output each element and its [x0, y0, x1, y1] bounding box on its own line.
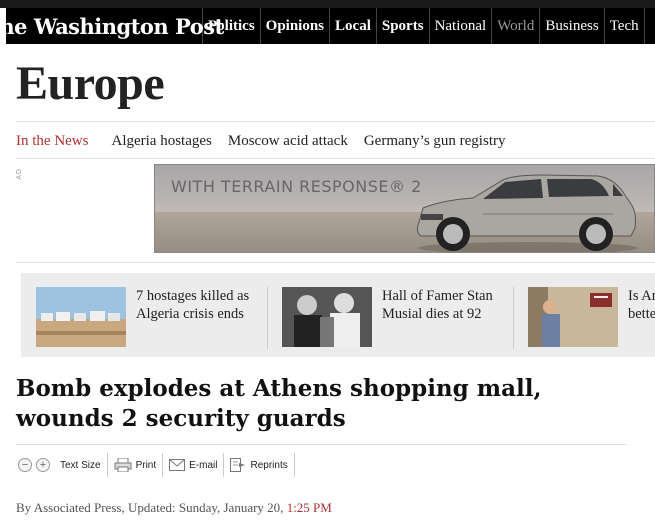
print-button[interactable]: Print [108, 453, 164, 477]
nav-politics[interactable]: Politics [203, 8, 261, 44]
promo-thumbnail[interactable] [282, 287, 372, 347]
news-link-algeria[interactable]: Algeria hostages [111, 133, 211, 150]
divider [16, 444, 626, 445]
in-the-news-label: In the News [16, 133, 89, 149]
byline: By Associated Press, Updated: Sunday, Ja… [16, 500, 332, 516]
site-logo[interactable]: The Washington Post [6, 8, 224, 44]
nav-tech[interactable]: Tech [605, 8, 645, 44]
promo-item[interactable]: 7 hostages killed as Algeria crisis ends [36, 287, 260, 349]
divider [16, 121, 655, 122]
promo-item[interactable]: Is Ar bette [528, 287, 655, 349]
envelope-icon [169, 459, 186, 471]
promo-title[interactable]: 7 hostages killed as Algeria crisis ends [136, 287, 260, 349]
increase-text-button[interactable]: + [36, 458, 50, 472]
promo-thumbnail[interactable] [528, 287, 618, 347]
print-label: Print [135, 459, 157, 471]
promo-title[interactable]: Is Ar bette [628, 287, 655, 349]
text-size-tool: − + Text Size [16, 453, 108, 477]
decrease-text-button[interactable]: − [18, 458, 32, 472]
in-the-news-bar: In the News Algeria hostages Moscow acid… [16, 133, 505, 150]
promo-thumbnail[interactable] [36, 287, 126, 347]
promo-divider [267, 287, 268, 349]
email-button[interactable]: E-mail [163, 453, 225, 477]
car-image [416, 174, 638, 252]
top-utility-strip [0, 0, 655, 8]
promo-strip: 7 hostages killed as Algeria crisis ends… [21, 273, 655, 357]
nav-sports[interactable]: Sports [377, 8, 430, 44]
nav-world[interactable]: World [492, 8, 541, 44]
nav-opinions[interactable]: Opinions [261, 8, 331, 44]
reprints-icon [230, 458, 246, 472]
article-headline: Bomb explodes at Athens shopping mall, w… [16, 375, 542, 432]
byline-text: By Associated Press, Updated: Sunday, Ja… [16, 500, 284, 515]
main-nav: The Washington Post Politics Opinions Lo… [6, 8, 655, 44]
promo-item[interactable]: Hall of Famer Stan Musial dies at 92 [282, 287, 506, 349]
text-size-label: Text Size [60, 459, 101, 471]
email-label: E-mail [189, 459, 218, 471]
divider [16, 262, 655, 263]
news-link-germany[interactable]: Germany’s gun registry [364, 133, 506, 150]
byline-time: 1:25 PM [286, 500, 332, 515]
ad-banner[interactable]: WITH TERRAIN RESPONSE® 2 [154, 164, 655, 253]
reprints-button[interactable]: Reprints [224, 453, 295, 477]
reprints-label: Reprints [250, 459, 288, 471]
nav-national[interactable]: National [430, 8, 493, 44]
ad-label: AD [16, 168, 23, 180]
news-link-moscow[interactable]: Moscow acid attack [228, 133, 348, 150]
printer-icon [114, 458, 132, 472]
promo-divider [513, 287, 514, 349]
section-title: Europe [16, 57, 165, 110]
nav-local[interactable]: Local [330, 8, 377, 44]
article-tools: − + Text Size Print E-mail Reprints [16, 452, 295, 478]
ad-text: WITH TERRAIN RESPONSE® 2 [171, 177, 422, 196]
divider [16, 158, 655, 159]
nav-business[interactable]: Business [540, 8, 605, 44]
promo-title[interactable]: Hall of Famer Stan Musial dies at 92 [382, 287, 506, 349]
